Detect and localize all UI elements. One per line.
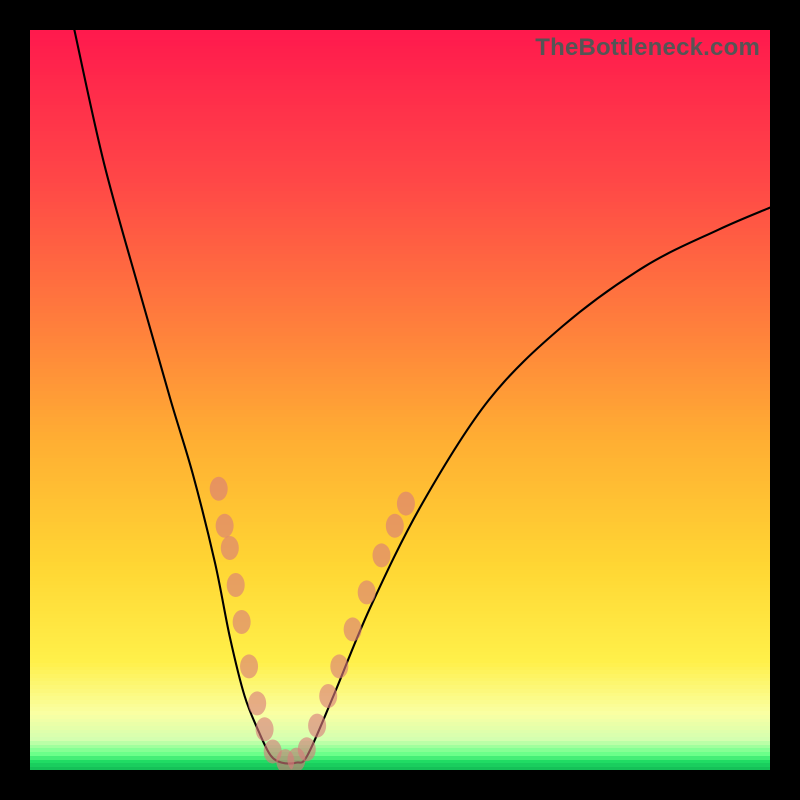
curve-layer [30, 30, 770, 770]
bead-marker [240, 654, 258, 678]
bead-marker [397, 492, 415, 516]
bead-marker [248, 691, 266, 715]
bead-marker [298, 737, 316, 761]
bead-marker [373, 543, 391, 567]
bead-marker [319, 684, 337, 708]
bead-marker [358, 580, 376, 604]
watermark-text: TheBottleneck.com [535, 34, 760, 62]
bead-marker [386, 514, 404, 538]
bottleneck-curve [74, 30, 770, 764]
plot-area: TheBottleneck.com [30, 30, 770, 770]
chart-frame: TheBottleneck.com [0, 0, 800, 800]
bead-marker [216, 514, 234, 538]
bead-marker [227, 573, 245, 597]
bead-marker [210, 477, 228, 501]
bead-marker [256, 717, 274, 741]
bead-marker [233, 610, 251, 634]
bead-marker [344, 617, 362, 641]
bead-marker [221, 536, 239, 560]
bead-markers [210, 477, 415, 770]
bead-marker [308, 714, 326, 738]
bead-marker [330, 654, 348, 678]
